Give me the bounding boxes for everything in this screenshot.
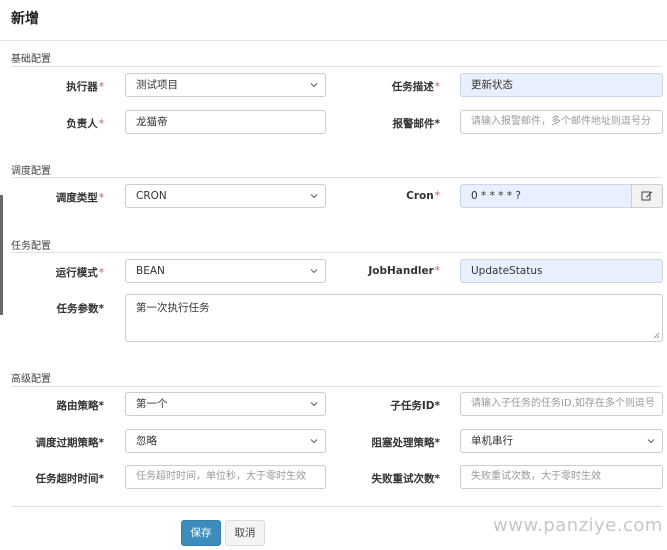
schedule-type-select[interactable]: CRON (125, 184, 326, 208)
timeout-input[interactable]: 任务超时时间，单位秒，大于零时生效 (125, 465, 326, 489)
job-handler-label: JobHandler* (368, 265, 440, 277)
section-divider (11, 252, 662, 253)
edit-icon (641, 191, 653, 201)
author-input[interactable]: 龙猫帝 (125, 110, 326, 134)
run-mode-select[interactable]: BEAN (125, 259, 326, 283)
cron-edit-button[interactable] (631, 184, 663, 208)
route-strategy-select[interactable]: 第一个 (125, 392, 326, 416)
window-edge (0, 195, 3, 315)
schedule-type-label: 调度类型* (55, 192, 104, 204)
fail-retry-label: 失败重试次数* (371, 473, 441, 485)
route-strategy-label: 路由策略* (56, 400, 105, 412)
section-task-title: 任务配置 (11, 241, 51, 252)
misfire-strategy-select[interactable]: 忽略 (125, 429, 326, 453)
section-divider (11, 177, 662, 178)
child-job-id-label: 子任务ID* (390, 400, 440, 412)
chevron-down-icon (310, 194, 318, 199)
cron-label: Cron* (406, 190, 440, 202)
section-divider (11, 386, 662, 387)
alarm-email-label: 报警邮件* (392, 118, 441, 130)
chevron-down-icon (310, 439, 318, 444)
timeout-label: 任务超时时间* (35, 473, 105, 485)
chevron-down-icon (310, 269, 318, 274)
section-basic-title: 基础配置 (11, 54, 51, 65)
section-divider (11, 66, 662, 67)
fail-retry-input[interactable]: 失败重试次数，大于零时生效 (460, 465, 663, 489)
modal-title: 新增 (11, 11, 39, 27)
section-schedule-title: 调度配置 (11, 166, 51, 177)
misfire-strategy-label: 调度过期策略* (35, 437, 105, 449)
executor-select[interactable]: 测试项目 (125, 73, 326, 97)
cron-input[interactable]: 0 * * * * ? (460, 184, 632, 208)
cancel-button[interactable]: 取消 (225, 520, 265, 546)
resize-grip-icon[interactable] (652, 331, 660, 339)
job-param-textarea[interactable]: 第一次执行任务 (125, 294, 663, 342)
watermark: www.panziye.com (493, 515, 663, 536)
chevron-down-icon (647, 439, 655, 444)
run-mode-label: 运行模式* (55, 267, 104, 279)
author-label: 负责人* (66, 118, 104, 130)
chevron-down-icon (310, 402, 318, 407)
alarm-email-input[interactable]: 请输入报警邮件，多个邮件地址则逗号分 (460, 110, 663, 134)
job-desc-input[interactable]: 更新状态 (460, 73, 663, 97)
job-handler-input[interactable]: UpdateStatus (460, 259, 663, 283)
block-strategy-select[interactable]: 单机串行 (460, 429, 663, 453)
child-job-id-input[interactable]: 请输入子任务的任务ID,如存在多个则逗号 (460, 392, 663, 416)
section-advanced-title: 高级配置 (11, 374, 51, 385)
job-desc-label: 任务描述* (391, 81, 440, 93)
job-param-label: 任务参数* (56, 303, 105, 315)
footer-divider (11, 506, 662, 507)
save-button[interactable]: 保存 (181, 520, 221, 546)
title-divider (0, 40, 667, 41)
block-strategy-label: 阻塞处理策略* (371, 437, 441, 449)
chevron-down-icon (310, 83, 318, 88)
executor-label: 执行器* (66, 81, 104, 93)
